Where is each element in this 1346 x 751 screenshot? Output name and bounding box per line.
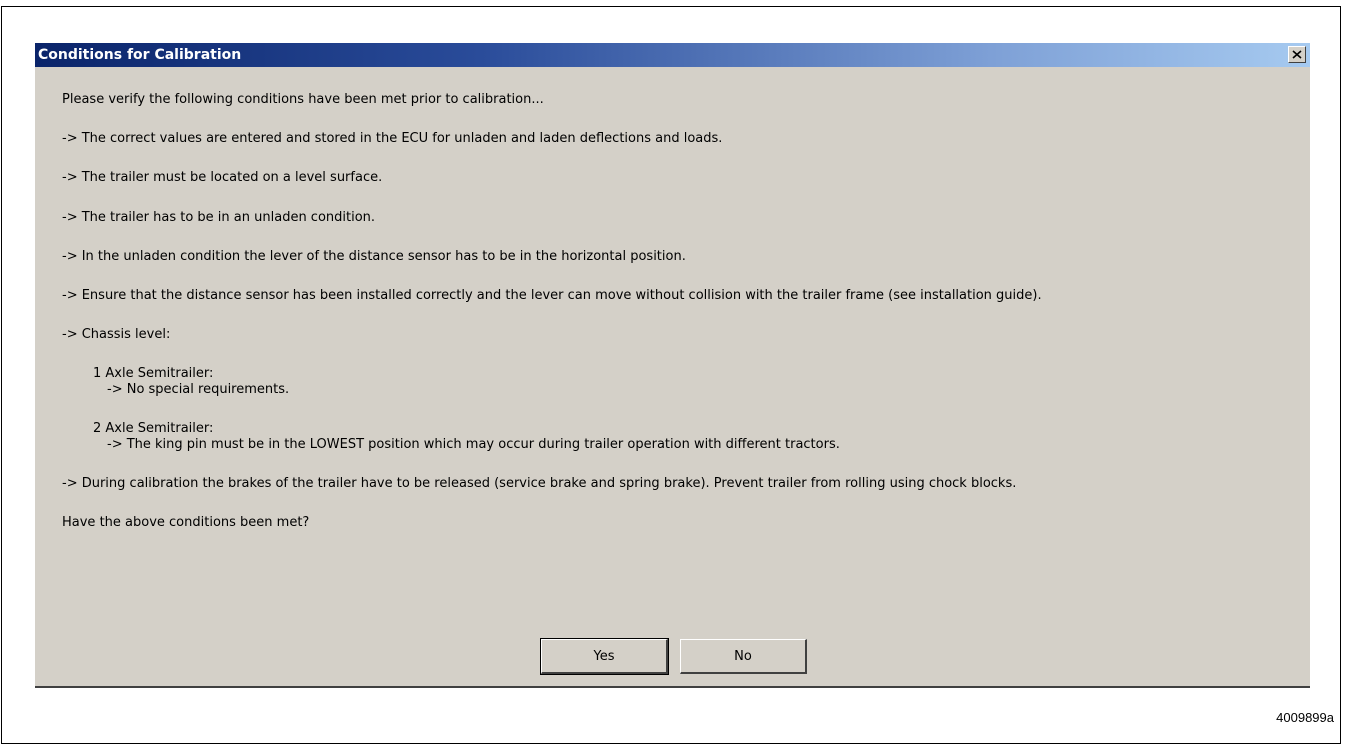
confirmation-question: Have the above conditions been met?: [62, 515, 310, 530]
condition-brakes-released: -> During calibration the brakes of the …: [62, 476, 1017, 491]
calibration-dialog: Conditions for Calibration Please verify…: [35, 43, 1310, 688]
condition-ecu-values: -> The correct values are entered and st…: [62, 131, 723, 146]
no-button[interactable]: No: [680, 639, 807, 674]
yes-button[interactable]: Yes: [540, 638, 669, 675]
dialog-title: Conditions for Calibration: [38, 47, 242, 63]
one-axle-heading: 1 Axle Semitrailer:: [93, 366, 214, 381]
figure-id: 4009899a: [1276, 710, 1334, 725]
condition-unladen: -> The trailer has to be in an unladen c…: [62, 210, 376, 225]
title-bar[interactable]: Conditions for Calibration: [35, 43, 1310, 67]
intro-text: Please verify the following conditions h…: [62, 92, 544, 107]
one-axle-requirement: -> No special requirements.: [107, 382, 290, 397]
close-icon: [1292, 50, 1302, 59]
condition-level-surface: -> The trailer must be located on a leve…: [62, 170, 383, 185]
condition-lever-horizontal: -> In the unladen condition the lever of…: [62, 249, 686, 264]
condition-sensor-installed: -> Ensure that the distance sensor has b…: [62, 288, 1042, 303]
condition-chassis-level: -> Chassis level:: [62, 327, 171, 342]
button-row: Yes No: [35, 638, 1310, 675]
close-button[interactable]: [1288, 46, 1306, 63]
two-axle-requirement: -> The king pin must be in the LOWEST po…: [107, 437, 840, 452]
two-axle-heading: 2 Axle Semitrailer:: [93, 421, 214, 436]
